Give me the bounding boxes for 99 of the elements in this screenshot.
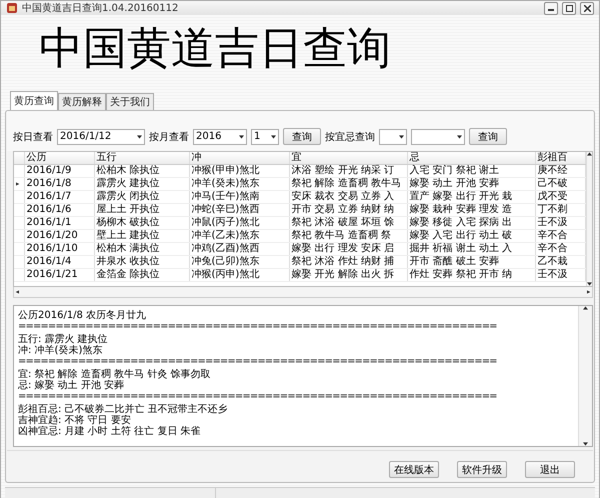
table-cell: 2016/1/8 (26, 178, 72, 190)
table-cell: 2016/1/1 (26, 217, 72, 228)
window-title: 中国黄道吉日查询1.04.20160112 (22, 2, 180, 15)
table-cell: 嫁娶 栽种 安葬 理发 造 (410, 204, 512, 216)
table-cell: 辛不合 (538, 230, 568, 242)
table-cell: 冲蛇(辛巳)煞西 (192, 204, 260, 216)
table-cell: 壬不汲 (538, 217, 568, 228)
row-pointer-icon (16, 182, 21, 186)
detail-line: 五行: 霹雳火 建执位 (18, 334, 109, 345)
dropdown-field[interactable] (379, 128, 407, 144)
up-arrow-icon (586, 152, 592, 156)
column-header[interactable]: 忌 (410, 152, 420, 164)
table-cell: 井泉水 收执位 (96, 256, 160, 268)
down-arrow-icon (583, 442, 588, 446)
table-cell: 2016/1/4 (26, 256, 72, 268)
table-cell: 开市 斋醮 破土 安葬 (410, 256, 500, 268)
dropdown-field[interactable]: 2016 (193, 128, 247, 144)
table-cell: 冲鼠(丙子)煞北 (192, 217, 260, 228)
table-cell: 冲羊(乙未)煞东 (192, 230, 260, 242)
tab[interactable]: 关于我们 (106, 93, 154, 110)
caret-icon (239, 134, 244, 138)
table-cell: 乙不栽 (538, 256, 568, 268)
table-cell: 2016/1/7 (26, 191, 72, 202)
table-cell: 壁上土 建执位 (96, 230, 160, 242)
table-cell: 作灶 安葬 祭祀 开市 纳 (410, 269, 512, 280)
caret-icon (137, 134, 142, 138)
caret-icon (271, 134, 276, 138)
dropdown-field[interactable]: 2016/1/12 (57, 128, 145, 144)
table-cell: 掘井 祈福 谢土 动土 入 (410, 243, 512, 254)
query-button[interactable]: 查询 (283, 128, 321, 145)
separator-text: ================================================================ (18, 392, 498, 401)
table-cell: 冲马(壬午)煞南 (192, 191, 260, 202)
close-button[interactable] (580, 2, 594, 14)
action-button[interactable]: 在线版本 (389, 461, 439, 478)
table-cell: 嫁娶 动土 开池 安葬 (410, 178, 500, 190)
table-cell: 2016/1/9 (26, 165, 72, 176)
table-cell: 松柏木 除执位 (96, 165, 160, 176)
table-cell: 冲猴(丙申)煞北 (192, 269, 260, 280)
detail-line: 公历2016/1/8 农历冬月廿九 (18, 310, 148, 321)
table-cell: 开市 交易 立券 纳财 纳 (292, 204, 394, 216)
separator-text: ================================================================ (18, 357, 498, 366)
maximize-icon (566, 4, 572, 12)
left-arrow-icon (14, 290, 19, 294)
dropdown-field[interactable]: 1 (251, 128, 279, 144)
table-cell: 霹雳火 建执位 (96, 178, 160, 190)
table-cell: 嫁娶 入宅 出行 动土 破 (410, 230, 512, 242)
close-icon (584, 4, 590, 12)
dropdown-field[interactable] (411, 128, 465, 144)
table-cell: 入宅 安门 祭祀 谢土 (410, 165, 500, 176)
tab[interactable]: 黄历查询 (10, 91, 58, 110)
table-cell: 冲兔(己卯)煞东 (192, 256, 260, 268)
field-label: 按日查看 (13, 130, 53, 144)
table-cell: 2016/1/21 (26, 269, 78, 280)
caret-icon (399, 134, 404, 138)
field-label: 按宜忌查询 (325, 130, 375, 144)
table-cell: 冲猴(甲申)煞北 (192, 165, 260, 176)
table-cell: 2016/1/6 (26, 204, 72, 216)
table-cell: 嫁娶 开光 解除 出火 拆 (292, 269, 394, 280)
up-arrow-icon (583, 306, 588, 310)
action-button[interactable]: 退出 (525, 461, 575, 478)
column-header[interactable]: 冲 (192, 152, 202, 164)
table-cell: 2016/1/10 (26, 243, 78, 254)
table-cell: 杨柳木 破执位 (96, 217, 160, 228)
table-cell: 祭祀 解除 造畜稠 教牛马 (292, 178, 402, 190)
banner-title: 中国黄道吉日查询 (39, 27, 391, 76)
maximize-button[interactable] (562, 2, 576, 14)
action-button[interactable]: 软件升级 (457, 461, 507, 478)
table-cell: 松柏木 满执位 (96, 243, 160, 254)
table-cell: 嫁娶 出行 理发 安床 启 (292, 243, 394, 254)
table-cell: 祭祀 沐浴 破屋 坏垣 馀 (292, 217, 394, 228)
table-cell: 金箔金 除执位 (96, 269, 160, 280)
table-cell: 霹雳火 闭执位 (96, 191, 160, 202)
horizontal-scrollbar[interactable] (13, 287, 593, 298)
table-cell: 己不破 (538, 178, 568, 190)
vertical-scrollbar[interactable] (578, 306, 592, 446)
table-cell: 冲羊(癸未)煞东 (192, 178, 260, 190)
caret-icon (457, 134, 462, 138)
table-cell: 辛不合 (538, 243, 568, 254)
separator-text: ================================================================ (18, 322, 498, 331)
table-cell: 屋上土 开执位 (96, 204, 160, 216)
table-cell: 嫁娶 移徙 入宅 探病 出 (410, 217, 512, 228)
table-cell: 置产 嫁娶 出行 开光 栽 (410, 191, 512, 202)
table-cell: 壬不汲 (538, 269, 568, 280)
table-cell: 戊不受 (538, 191, 568, 202)
table-cell: 安床 裁衣 交易 立券 入 (292, 191, 394, 202)
table-cell: 冲鸡(乙酉)煞西 (192, 243, 260, 254)
table-cell: 沐浴 塑绘 开光 纳采 订 (292, 165, 394, 176)
query-button[interactable]: 查询 (469, 128, 507, 145)
table-cell: 丁不剃 (538, 204, 568, 216)
table-cell: 庚不经 (538, 165, 568, 176)
table-cell: 祭祀 教牛马 造畜稠 祭 (292, 230, 392, 242)
down-arrow-icon (586, 282, 592, 286)
minimize-button[interactable] (544, 2, 558, 14)
field-label: 按月查看 (149, 130, 189, 144)
app-icon (6, 2, 18, 14)
right-arrow-icon (587, 290, 592, 294)
table-cell: 2016/1/20 (26, 230, 78, 242)
table-cell: 祭祀 沐浴 作灶 纳财 捕 (292, 256, 394, 268)
tab[interactable]: 黄历解释 (58, 93, 106, 110)
